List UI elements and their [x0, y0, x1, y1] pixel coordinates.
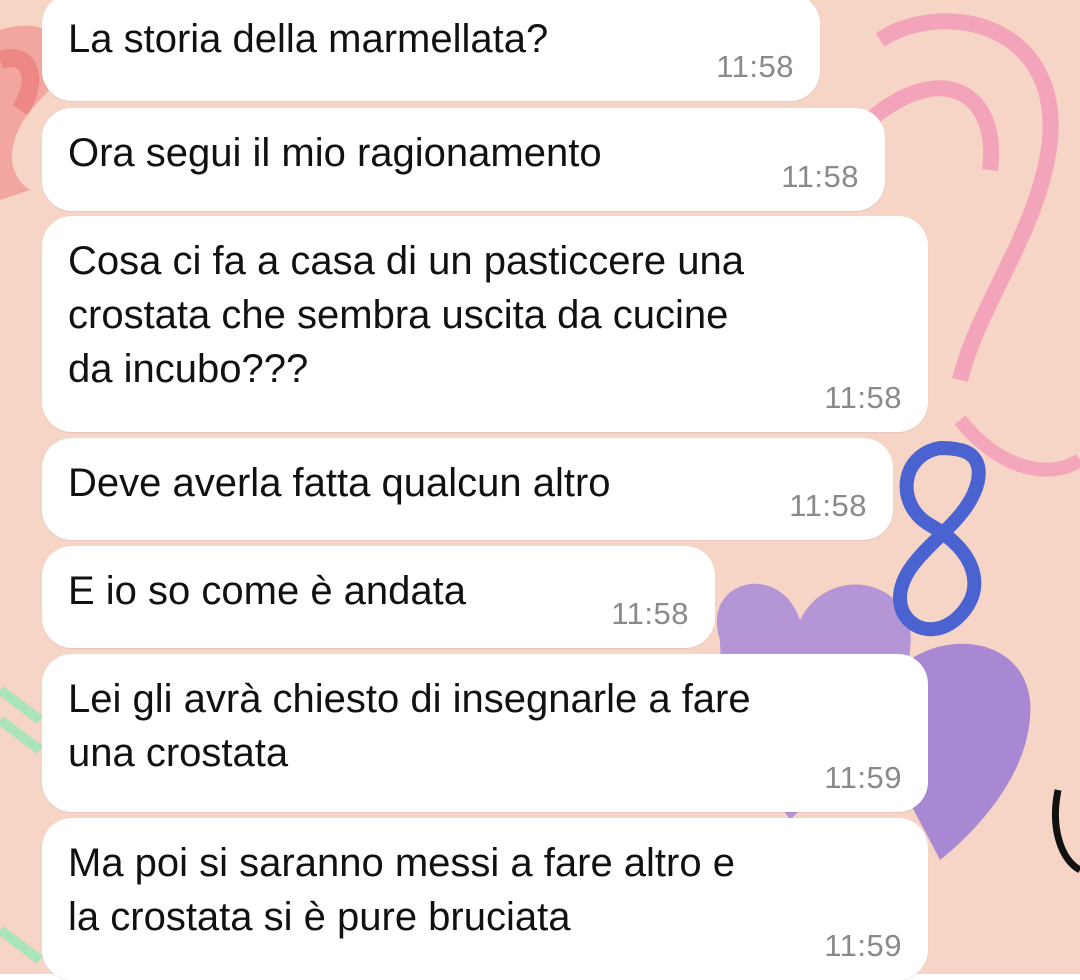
message-bubble[interactable]: Ma poi si saranno messi a fare altro e l…: [42, 818, 928, 980]
message-text: Cosa ci fa a casa di un pasticcere una c…: [68, 239, 744, 391]
message-bubble[interactable]: E io so come è andata 11:58: [42, 546, 715, 648]
message-text: Ora segui il mio ragionamento: [68, 131, 602, 175]
message-bubble[interactable]: Deve averla fatta qualcun altro 11:58: [42, 438, 893, 540]
message-time: 11:59: [824, 760, 902, 795]
message-text: Lei gli avrà chiesto di insegnarle a far…: [68, 677, 751, 775]
message-text: Deve averla fatta qualcun altro: [68, 461, 611, 505]
message-time: 11:58: [611, 596, 689, 631]
message-time: 11:59: [824, 928, 902, 963]
message-text: La storia della marmellata?: [68, 17, 549, 61]
message-bubble[interactable]: Cosa ci fa a casa di un pasticcere una c…: [42, 216, 928, 432]
message-bubble[interactable]: Lei gli avrà chiesto di insegnarle a far…: [42, 654, 928, 812]
message-time: 11:58: [716, 49, 794, 84]
message-bubble[interactable]: La storia della marmellata? 11:58: [42, 0, 820, 101]
message-bubble[interactable]: Ora segui il mio ragionamento 11:58: [42, 108, 885, 211]
message-text: Ma poi si saranno messi a fare altro e l…: [68, 841, 735, 939]
message-list: La storia della marmellata? 11:58 Ora se…: [0, 0, 1080, 980]
message-time: 11:58: [781, 159, 859, 194]
message-time: 11:58: [824, 380, 902, 415]
message-text: E io so come è andata: [68, 569, 467, 613]
message-time: 11:58: [789, 488, 867, 523]
